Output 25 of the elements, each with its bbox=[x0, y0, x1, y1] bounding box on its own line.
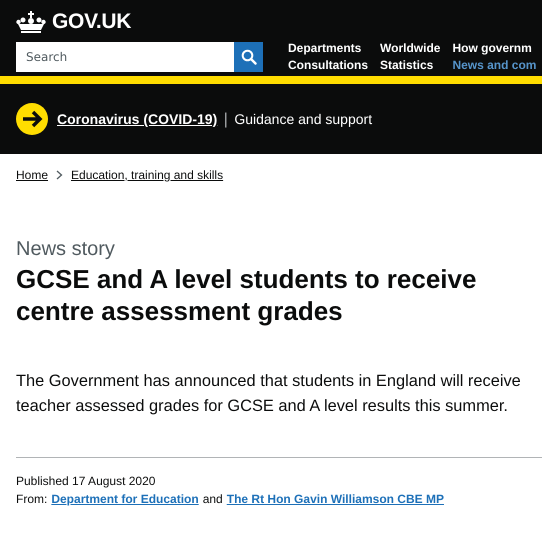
article-title: GCSE and A level students to receive centre assessment grades bbox=[16, 263, 478, 327]
article-summary: The Government has announced that students in England will receive teacher assessed grades for GCSE and A level results this summer. bbox=[16, 371, 522, 417]
nav-link[interactable]: News and com bbox=[452, 58, 536, 72]
search-field[interactable]: Search bbox=[16, 42, 234, 72]
nav-link[interactable]: Departments bbox=[288, 41, 368, 55]
banner-text: Guidance and support bbox=[234, 111, 372, 127]
from-label: From: bbox=[16, 492, 48, 506]
published-date: Published 17 August 2020 bbox=[16, 474, 156, 488]
article-type: News story bbox=[16, 238, 116, 261]
joiner-text: and bbox=[202, 492, 223, 506]
nav-link[interactable]: Worldwide bbox=[380, 41, 440, 55]
covid-link[interactable]: Coronavirus (COVID-19) bbox=[57, 111, 218, 127]
nav-link[interactable]: How governm bbox=[452, 41, 536, 55]
organisation-link[interactable]: Department for Education bbox=[51, 492, 199, 506]
organisation-link[interactable]: The Rt Hon Gavin Williamson CBE MP bbox=[226, 492, 444, 506]
nav-link[interactable]: Consultations bbox=[288, 58, 368, 72]
chevron-icon bbox=[56, 170, 64, 180]
crown-icon bbox=[16, 11, 46, 33]
nav-link[interactable]: Statistics bbox=[380, 58, 440, 72]
breadcrumb-link[interactable]: Home bbox=[16, 168, 48, 182]
logo-text[interactable]: GOV.UK bbox=[52, 10, 132, 34]
separator: | bbox=[223, 110, 228, 128]
breadcrumb-link[interactable]: Education, training and skills bbox=[71, 168, 224, 182]
search-icon bbox=[240, 48, 256, 64]
search-button[interactable] bbox=[234, 42, 263, 72]
